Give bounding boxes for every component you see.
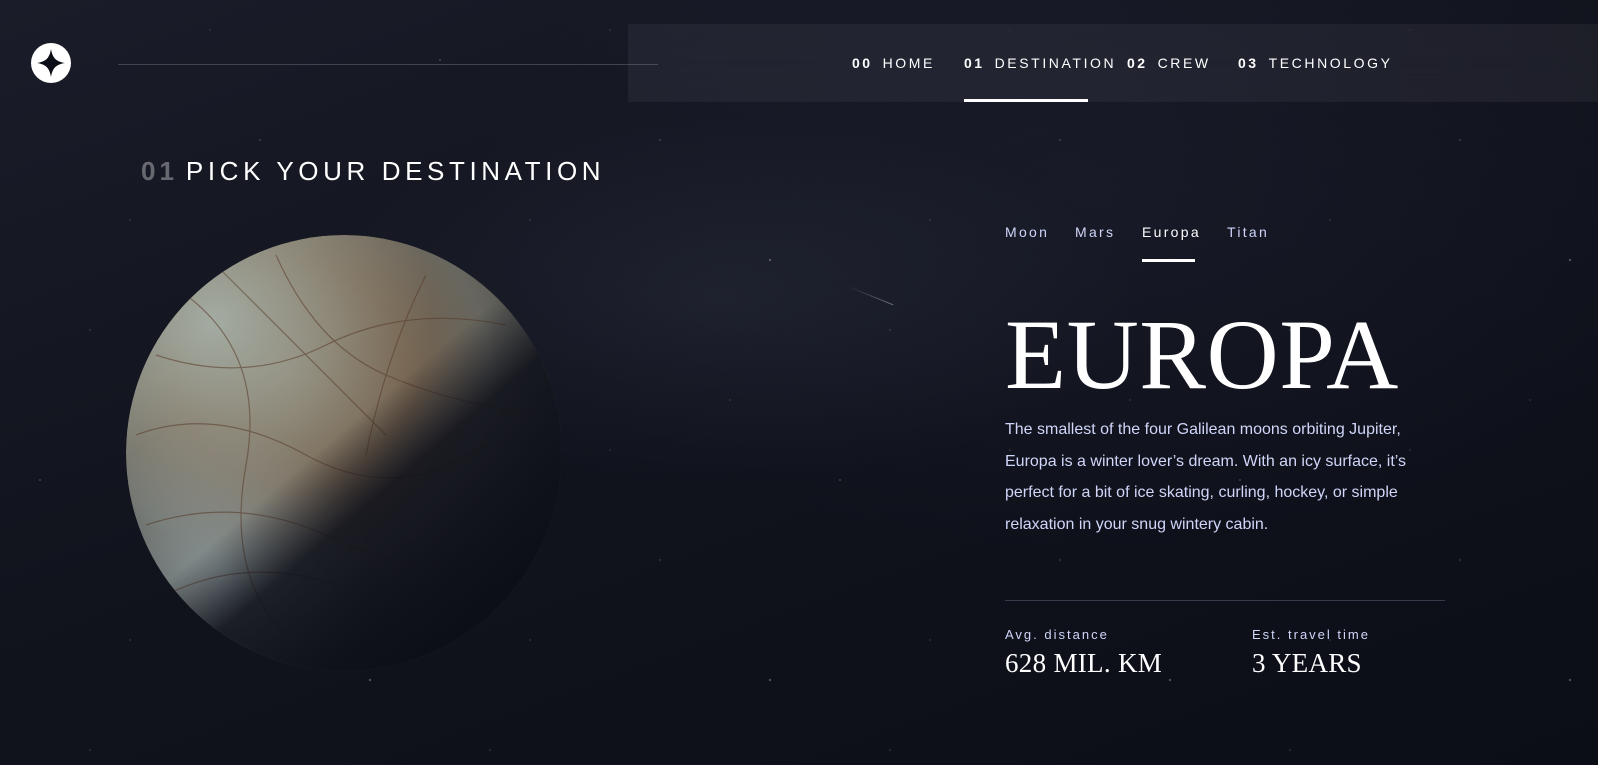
tab-moon[interactable]: Moon [1005,224,1049,262]
distance-value: 628 MIL. KM [1005,648,1163,678]
main-navigation: 00 HOME 01 DESTINATION 02 CREW 03 TECHNO… [628,24,1598,102]
destination-name: EUROPA [1005,299,1399,410]
tab-europa[interactable]: Europa [1142,224,1199,262]
nav-item-destination[interactable]: 01 DESTINATION [964,24,1114,102]
tab-titan[interactable]: Titan [1227,224,1269,262]
travel-time-label: Est. travel time [1252,627,1370,642]
nav-item-technology[interactable]: 03 TECHNOLOGY [1238,24,1393,102]
travel-time-value: 3 YEARS [1252,648,1362,678]
europa-planet-image [126,235,562,671]
nav-item-label: DESTINATION [994,55,1117,71]
nav-item-number: 01 [964,55,985,71]
nav-item-number: 03 [1238,55,1259,71]
destination-description: The smallest of the four Galilean moons … [1005,421,1407,533]
header-divider-line [118,64,658,65]
page-title-number: 01 [141,156,178,186]
distance-label: Avg. distance [1005,627,1109,642]
nav-item-number: 00 [852,55,873,71]
stats-divider [1005,600,1445,601]
star-logo-icon[interactable] [31,43,71,83]
nav-item-crew[interactable]: 02 CREW [1127,24,1211,102]
page-title-text: PICK YOUR DESTINATION [185,156,606,186]
tab-mars[interactable]: Mars [1075,224,1115,262]
nav-item-home[interactable]: 00 HOME [852,24,935,102]
nav-item-label: TECHNOLOGY [1268,55,1393,71]
nav-item-number: 02 [1127,55,1148,71]
nav-item-label: HOME [882,55,935,71]
page-title: 01 PICK YOUR DESTINATION [141,156,605,187]
nav-item-label: CREW [1157,55,1211,71]
